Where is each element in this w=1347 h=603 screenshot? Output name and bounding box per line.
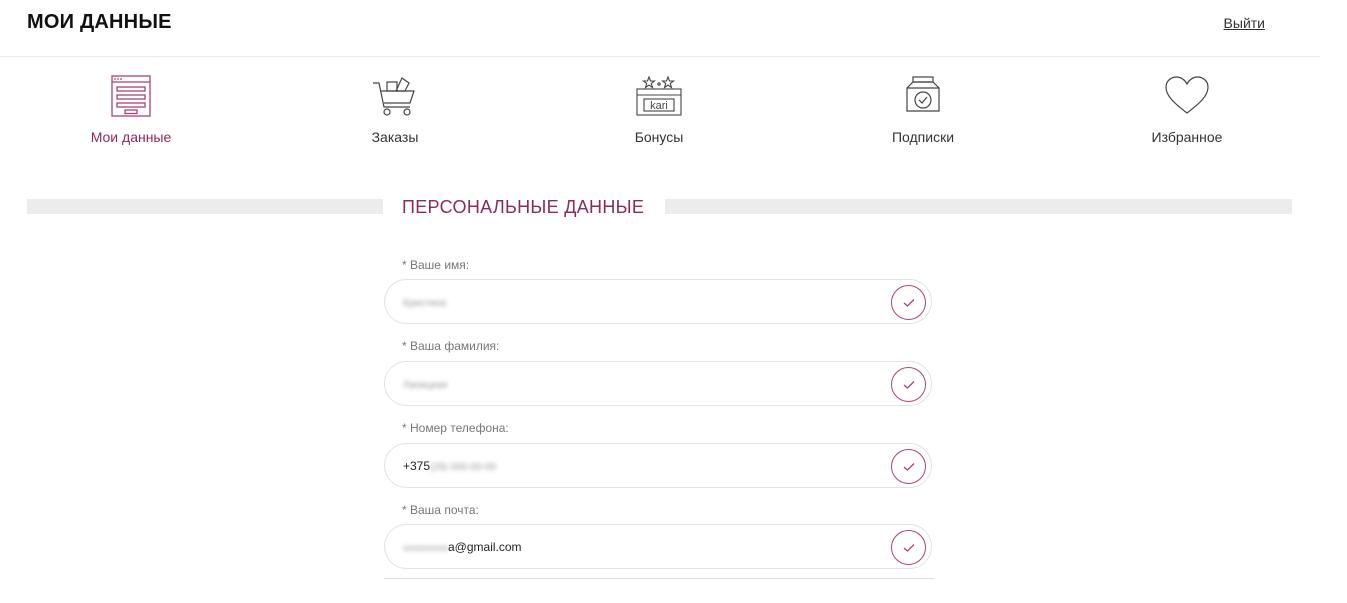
section-title: ПЕРСОНАЛЬНЫЕ ДАННЫЕ [402, 197, 645, 217]
phone-value: +375(29) 000-00-00 [403, 459, 497, 473]
section-divider-left [27, 199, 383, 214]
nav-label-orders: Заказы [371, 129, 419, 145]
last-name-value: Лапицкая [403, 380, 448, 391]
check-icon [903, 463, 915, 471]
email-check-button[interactable] [891, 530, 926, 565]
phone-check-button[interactable] [891, 449, 926, 484]
last-name-field[interactable]: Лапицкая [384, 361, 932, 406]
section-divider-right [665, 199, 1292, 214]
nav-label-bonuses: Бонусы [634, 129, 684, 145]
email-label: * Ваша почта: [402, 503, 479, 517]
first-name-field[interactable]: Кристина [384, 279, 932, 324]
check-icon [903, 299, 915, 307]
email-value: xxxxxxxxxa@gmail.com [403, 540, 522, 554]
email-field[interactable]: xxxxxxxxxa@gmail.com [384, 524, 932, 569]
cart-icon [373, 77, 415, 116]
last-name-label: * Ваша фамилия: [402, 339, 500, 353]
nav-item-my-data[interactable]: Мои данные [51, 75, 211, 145]
first-name-check-button[interactable] [891, 285, 926, 320]
heart-icon [1165, 76, 1209, 114]
nav-label-subscriptions: Подписки [891, 129, 955, 145]
account-nav: Мои данные Заказы kari Бонусы Подписки И… [0, 57, 1320, 167]
profile-form-icon [111, 75, 151, 117]
last-name-check-button[interactable] [891, 367, 926, 402]
first-name-value: Кристина [403, 298, 447, 309]
subscription-icon [906, 76, 940, 112]
nav-item-bonuses[interactable]: kari Бонусы [579, 75, 739, 145]
page-title: МОИ ДАННЫЕ [27, 11, 172, 33]
svg-text:kari: kari [650, 100, 668, 112]
check-icon [903, 544, 915, 552]
phone-field[interactable]: +375(29) 000-00-00 [384, 443, 932, 488]
nav-label-my-data: Мои данные [90, 129, 172, 145]
logout-link[interactable]: Выйти [1224, 15, 1265, 31]
form-bottom-divider [384, 578, 934, 579]
check-icon [903, 381, 915, 389]
nav-label-favorites: Избранное [1151, 129, 1223, 145]
nav-item-subscriptions[interactable]: Подписки [843, 75, 1003, 145]
nav-item-favorites[interactable]: Избранное [1107, 75, 1267, 145]
bonus-card-icon: kari [636, 75, 682, 116]
first-name-label: * Ваше имя: [402, 258, 470, 272]
phone-label: * Номер телефона: [402, 421, 509, 435]
nav-item-orders[interactable]: Заказы [315, 75, 475, 145]
top-bar: МОИ ДАННЫЕ Выйти [0, 0, 1320, 57]
